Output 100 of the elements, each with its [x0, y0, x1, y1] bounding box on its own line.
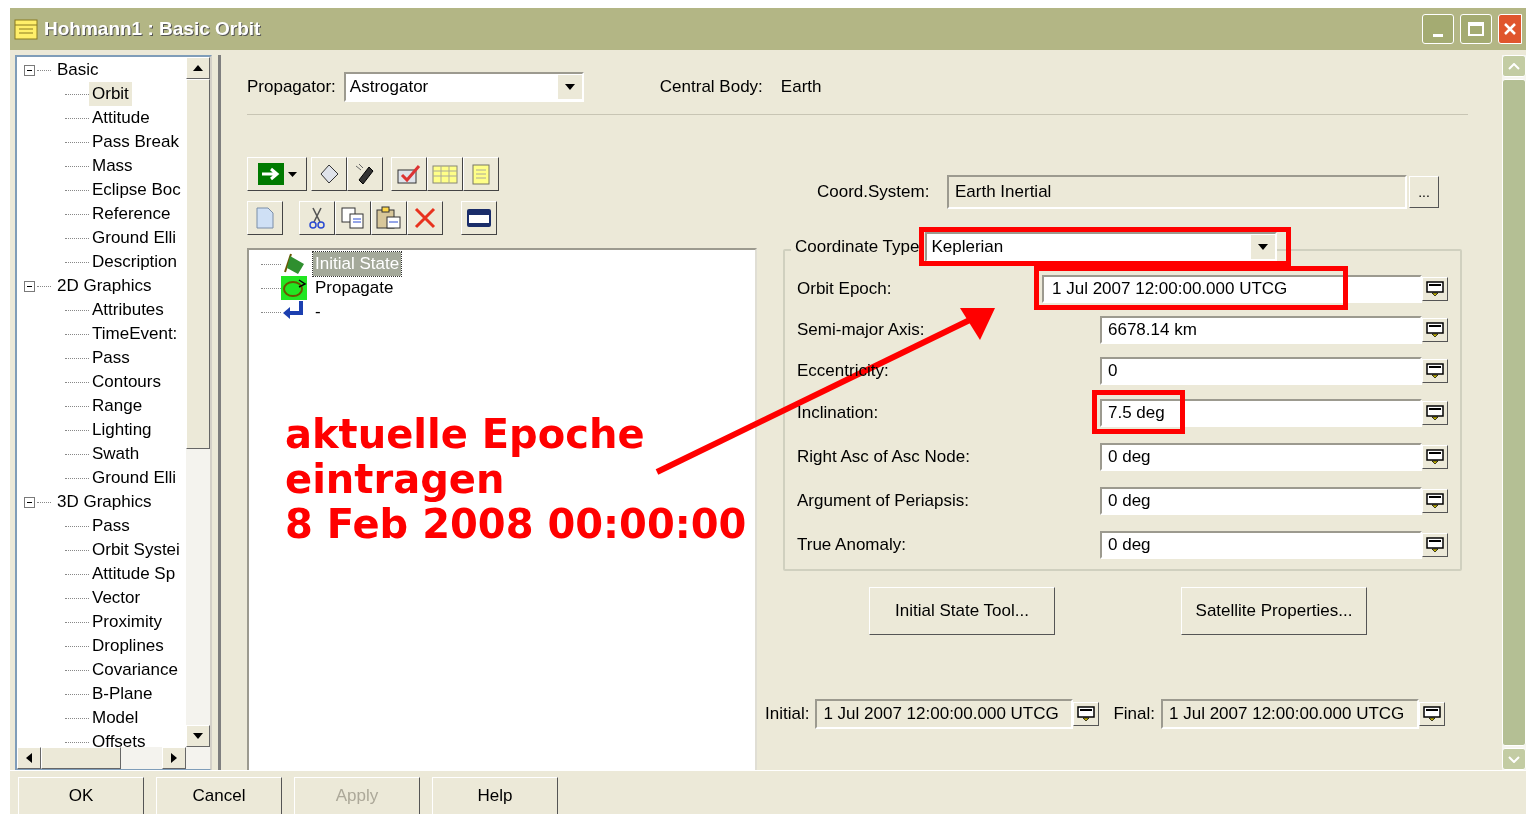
calculator-button[interactable]	[1422, 317, 1448, 342]
collapse-icon[interactable]	[24, 496, 35, 508]
monitor-icon	[1426, 537, 1444, 553]
dialog-button[interactable]: Cancel	[156, 777, 282, 814]
caret-icon	[287, 171, 297, 177]
calculator-button[interactable]	[1422, 533, 1448, 557]
scroll-up-button[interactable]	[186, 57, 210, 79]
coordinate-type-dropdown[interactable]: Keplerian	[925, 232, 1278, 262]
field-label: Inclination:	[797, 402, 879, 425]
tree-item[interactable]: Mass	[89, 154, 136, 178]
tree-item[interactable]: Eclipse Boc	[89, 178, 184, 202]
tree-item[interactable]: Covariance	[89, 658, 181, 682]
calculator-button[interactable]	[1422, 277, 1448, 301]
cut-button[interactable]	[299, 201, 335, 235]
scroll-thumb[interactable]	[186, 79, 210, 449]
scroll-right-button[interactable]	[162, 747, 186, 769]
new-button[interactable]	[247, 201, 283, 235]
monitor-icon	[1426, 405, 1444, 421]
tree-item[interactable]: Reference	[89, 202, 174, 226]
dialog-button[interactable]: Help	[432, 777, 558, 814]
tree-item[interactable]: Model	[89, 706, 142, 730]
copy-button[interactable]	[335, 201, 371, 235]
collapse-icon[interactable]	[24, 280, 35, 292]
window-title: Hohmann1 : Basic Orbit	[44, 16, 261, 41]
tree-item[interactable]: Description	[89, 250, 181, 274]
monitor-icon	[1426, 321, 1444, 338]
browse-button[interactable]: ...	[1409, 176, 1439, 208]
monitor-icon	[1426, 449, 1444, 465]
tree-item[interactable]: Vector	[89, 586, 144, 610]
notes-button[interactable]	[463, 157, 499, 191]
tree-item[interactable]: Droplines	[89, 634, 167, 658]
vertical-scrollbar[interactable]	[186, 57, 210, 747]
input-field[interactable]: 1 Jul 2007 12:00:00.000 UTCG	[1161, 699, 1419, 729]
coord-system-field[interactable]: Earth Inertial	[947, 175, 1407, 209]
checkmark-icon	[396, 162, 422, 186]
tree-item[interactable]: Ground Elli	[89, 226, 180, 250]
tree-item[interactable]: Ground Elli	[89, 466, 180, 490]
up-arrow-icon	[193, 65, 203, 71]
tree-item[interactable]: Lighting	[89, 418, 155, 442]
tree-item[interactable]: TimeEvent:	[89, 322, 181, 346]
scroll-down-button[interactable]	[186, 725, 210, 747]
orbit-icon	[281, 276, 307, 300]
tree-item[interactable]: Pass	[89, 514, 133, 538]
check-button[interactable]	[391, 157, 427, 191]
monitor-icon	[1426, 362, 1444, 379]
delete-button[interactable]	[407, 201, 443, 235]
monitor-icon	[1077, 706, 1096, 722]
table-icon	[432, 163, 458, 185]
tree-item[interactable]: Contours	[89, 370, 164, 394]
field-label: Argument of Periapsis:	[797, 490, 969, 513]
tree-item[interactable]: Basic	[57, 58, 99, 82]
input-field[interactable]: 6678.14 km	[1100, 315, 1422, 344]
tree-item[interactable]: Pass Break	[89, 130, 182, 154]
tree-item[interactable]: 2D Graphics	[57, 274, 152, 298]
action-button[interactable]: Satellite Properties...	[1181, 587, 1367, 635]
tree-item[interactable]: Orbit Systei	[89, 538, 183, 562]
action-button[interactable]: Initial State Tool...	[869, 587, 1055, 635]
tree-item[interactable]: Offsets	[89, 730, 149, 747]
tree-item[interactable]: B-Plane	[89, 682, 156, 706]
close-button[interactable]	[1498, 14, 1522, 44]
propagator-dropdown[interactable]: Astrogator	[343, 71, 584, 102]
horizontal-scrollbar[interactable]	[17, 747, 210, 769]
scroll-thumb[interactable]	[41, 747, 121, 769]
tree-item[interactable]: Attitude Sp	[89, 562, 179, 586]
tree-item[interactable]: Orbit	[89, 82, 132, 106]
dialog-button[interactable]: OK	[18, 777, 144, 814]
input-field[interactable]: 0 deg	[1100, 531, 1422, 559]
field-label: Right Asc of Asc Node:	[797, 446, 970, 469]
tree-item[interactable]: Proximity	[89, 610, 165, 634]
group-label: Coordinate Type	[795, 236, 920, 259]
input-field[interactable]: 0	[1100, 356, 1422, 385]
input-field[interactable]: 0 deg	[1100, 443, 1422, 471]
tree-item[interactable]: Swath	[89, 442, 143, 466]
calculator-button[interactable]	[1422, 489, 1448, 513]
paste-button[interactable]	[371, 201, 407, 235]
calculator-button[interactable]	[1073, 702, 1100, 726]
tree-item[interactable]: Range	[89, 394, 146, 418]
collapse-icon[interactable]	[24, 64, 35, 76]
run-button[interactable]	[347, 157, 383, 191]
calculator-button[interactable]	[1419, 702, 1445, 726]
flag-icon	[281, 252, 307, 276]
field-label: Initial:	[765, 703, 810, 726]
scroll-paper-button[interactable]	[311, 157, 347, 191]
input-field[interactable]: 1 Jul 2007 12:00:00.000 UTCG	[815, 699, 1074, 729]
table-button[interactable]	[427, 157, 463, 191]
input-field[interactable]: 1 Jul 2007 12:00:00.000 UTCG	[1042, 275, 1422, 303]
sequence-item[interactable]: Propagate	[313, 276, 396, 300]
calculator-button[interactable]	[1422, 445, 1448, 469]
input-field[interactable]: 0 deg	[1100, 487, 1422, 515]
tree-item[interactable]: Attitude	[89, 106, 153, 130]
tree-item[interactable]: Attributes	[89, 298, 167, 322]
scroll-left-button[interactable]	[17, 747, 41, 769]
calculator-button[interactable]	[1422, 358, 1448, 383]
mcs-button[interactable]	[461, 201, 497, 235]
tree-item[interactable]: 3D Graphics	[57, 490, 152, 514]
calculator-button[interactable]	[1422, 401, 1448, 425]
tree-item[interactable]: Pass	[89, 346, 133, 370]
sequence-item[interactable]: -	[313, 300, 323, 324]
insert-segment-button[interactable]	[247, 157, 307, 191]
input-field[interactable]: 7.5 deg	[1100, 399, 1422, 427]
